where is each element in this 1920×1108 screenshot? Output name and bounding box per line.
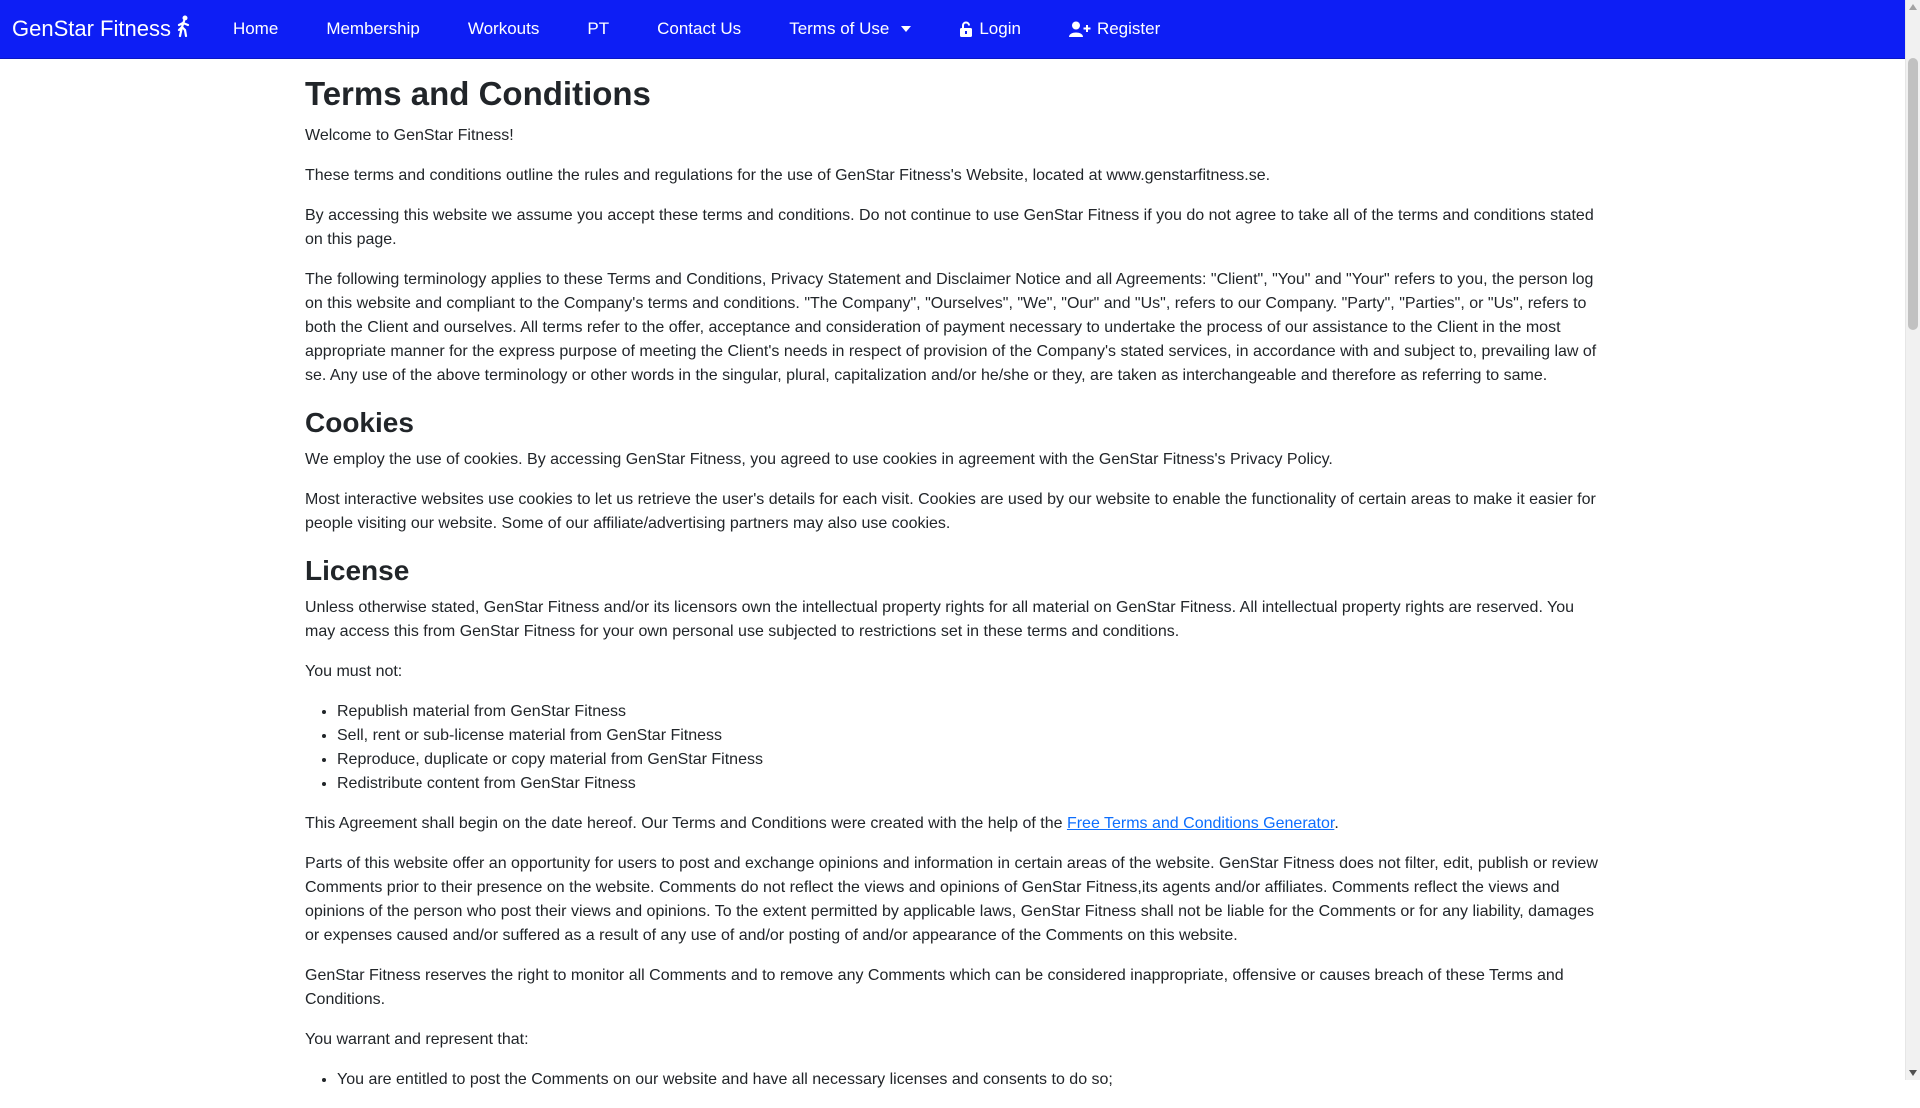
- must-not-label: You must not:: [305, 663, 403, 680]
- nav-login[interactable]: Login: [935, 0, 1045, 58]
- license-heading: License: [305, 555, 410, 586]
- nav-terms-label[interactable]: Terms of Use: [789, 19, 889, 39]
- nav-pt[interactable]: PT: [563, 0, 633, 58]
- brand-name[interactable]: GenStar Fitness: [12, 16, 171, 42]
- nav-register-label[interactable]: Register: [1097, 19, 1160, 39]
- scroll-thumb[interactable]: [1908, 58, 1918, 330]
- warrant-list: You are entitled to post the Comments on…: [305, 1068, 1600, 1092]
- nav-home[interactable]: Home: [209, 0, 302, 58]
- list-item: Reproduce, duplicate or copy material fr…: [337, 748, 1600, 772]
- cookies-paragraph-1: We employ the use of cookies. By accessi…: [305, 451, 1333, 468]
- caret-down-icon: [901, 26, 912, 32]
- nav-login-label[interactable]: Login: [979, 19, 1021, 39]
- intro-paragraph-2: By accessing this website we assume you …: [305, 207, 1594, 248]
- list-item: You are entitled to post the Comments on…: [337, 1068, 1600, 1092]
- welcome-text: Welcome to GenStar Fitness!: [305, 127, 514, 144]
- nav-home-label[interactable]: Home: [233, 19, 278, 39]
- reserve-paragraph: GenStar Fitness reserves the right to mo…: [305, 967, 1564, 1008]
- terms-content: Terms and Conditions Welcome to GenStar …: [305, 62, 1600, 1108]
- intro-paragraph-1: These terms and conditions outline the r…: [305, 167, 1271, 184]
- agreement-paragraph: This Agreement shall begin on the date h…: [305, 812, 1600, 836]
- warrant-label: You warrant and represent that:: [305, 1031, 529, 1048]
- page-scrollbar[interactable]: [1905, 0, 1920, 1080]
- nav-membership-label[interactable]: Membership: [326, 19, 420, 39]
- cookies-paragraph-2: Most interactive websites use cookies to…: [305, 491, 1596, 532]
- page-title: Terms and Conditions: [305, 75, 651, 112]
- list-item: Redistribute content from GenStar Fitnes…: [337, 772, 1600, 796]
- nav-contact-label[interactable]: Contact Us: [657, 19, 741, 39]
- terms-generator-link[interactable]: Free Terms and Conditions Generator: [1067, 815, 1334, 832]
- list-item: Sell, rent or sub-license material from …: [337, 724, 1600, 748]
- comments-paragraph: Parts of this website offer an opportuni…: [305, 855, 1598, 944]
- terminology-paragraph: The following terminology applies to the…: [305, 271, 1597, 384]
- cookies-heading: Cookies: [305, 407, 414, 438]
- nav-pt-label[interactable]: PT: [587, 19, 609, 39]
- running-person-icon: [177, 15, 191, 43]
- scroll-down-arrow-icon[interactable]: [1909, 1070, 1917, 1076]
- nav-terms-dropdown[interactable]: Terms of Use: [765, 0, 935, 58]
- top-navbar: GenStar Fitness Home Membership Workouts…: [0, 0, 1905, 59]
- scroll-up-arrow-icon[interactable]: [1909, 4, 1917, 10]
- list-item: Republish material from GenStar Fitness: [337, 700, 1600, 724]
- must-not-list: Republish material from GenStar Fitness …: [305, 700, 1600, 796]
- nav-register[interactable]: Register: [1045, 0, 1184, 58]
- user-plus-icon: [1068, 21, 1091, 37]
- agreement-text: This Agreement shall begin on the date h…: [305, 815, 1067, 832]
- nav-membership[interactable]: Membership: [302, 0, 444, 58]
- brand-logo[interactable]: GenStar Fitness: [12, 15, 191, 43]
- nav-workouts-label[interactable]: Workouts: [468, 19, 540, 39]
- unlock-icon: [959, 21, 973, 37]
- nav-contact-us[interactable]: Contact Us: [633, 0, 765, 58]
- nav-workouts[interactable]: Workouts: [444, 0, 564, 58]
- agreement-end: .: [1334, 815, 1339, 832]
- license-paragraph-1: Unless otherwise stated, GenStar Fitness…: [305, 599, 1575, 640]
